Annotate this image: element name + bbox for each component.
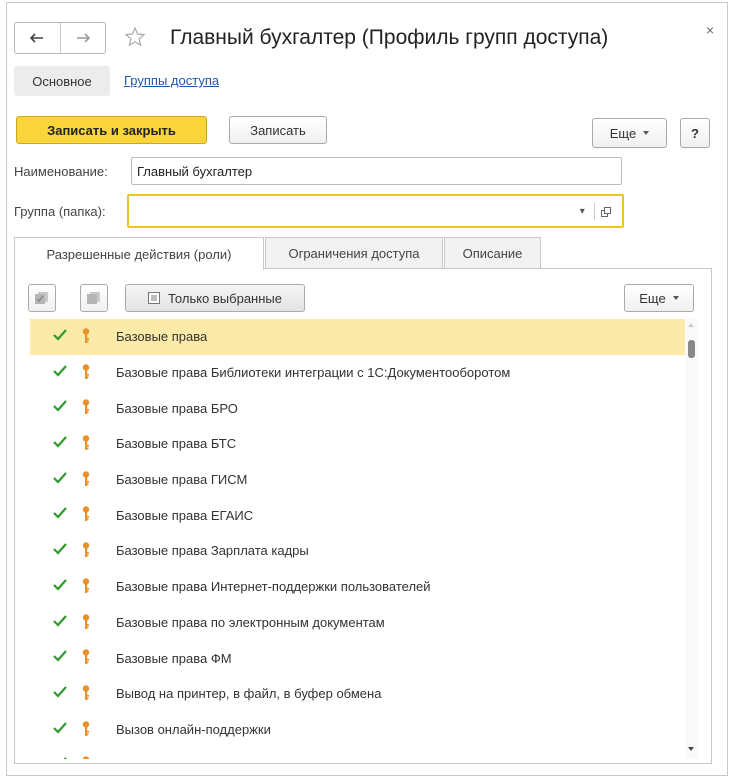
role-label: Базовые права ФМ: [116, 650, 232, 666]
save-and-close-button[interactable]: Записать и закрыть: [16, 116, 207, 144]
checkmark-icon[interactable]: [52, 470, 68, 489]
only-selected-toggle[interactable]: Только выбранные: [125, 284, 305, 312]
group-field-controls: ▾: [571, 203, 617, 220]
uncheck-all-button[interactable]: [80, 284, 108, 312]
role-label: Базовые права ЕГАИС: [116, 507, 254, 523]
roles-list: Базовые права Базовые права Библиотеки ин…: [30, 319, 690, 759]
link-access-groups[interactable]: Группы доступа: [124, 73, 219, 88]
open-icon[interactable]: [595, 203, 618, 220]
role-label: Базовые права Зарплата кадры: [116, 543, 309, 559]
list-icon: [148, 292, 160, 304]
chevron-down-icon: [643, 131, 650, 135]
forward-button[interactable]: [61, 23, 106, 53]
role-label: Базовые права Библиотеки интеграции с 1С…: [116, 365, 511, 381]
role-label: Базовые права БТС: [116, 436, 237, 452]
role-row[interactable]: Базовые права ЕГАИС: [30, 497, 690, 533]
help-button[interactable]: ?: [680, 118, 710, 148]
key-icon: [80, 720, 92, 741]
tab-description[interactable]: Описание: [444, 237, 541, 269]
tab-allowed-actions[interactable]: Разрешенные действия (роли): [14, 237, 264, 270]
role-row[interactable]: Выполнение обмена в сервисе 1С:Бизнес-се…: [30, 747, 690, 759]
only-selected-label: Только выбранные: [168, 290, 282, 306]
role-row[interactable]: Базовые права Зарплата кадры: [30, 533, 690, 569]
tab-access-restrictions[interactable]: Ограничения доступа: [265, 237, 443, 269]
group-label: Группа (папка):: [14, 204, 106, 219]
checkmark-icon[interactable]: [52, 684, 68, 703]
role-label: Базовые права ГИСМ: [116, 472, 248, 488]
check-all-icon: [35, 292, 48, 304]
scrollbar-thumb[interactable]: [688, 340, 695, 358]
back-button[interactable]: [15, 23, 61, 53]
window-title: Главный бухгалтер (Профиль групп доступа…: [170, 26, 609, 49]
key-icon: [80, 470, 92, 491]
role-row[interactable]: Вызов онлайн-поддержки: [30, 712, 690, 748]
checkmark-icon[interactable]: [52, 363, 68, 382]
key-icon: [80, 434, 92, 455]
role-label: Базовые права БРО: [116, 400, 238, 416]
vertical-scrollbar[interactable]: [685, 319, 697, 759]
scroll-down-icon[interactable]: [688, 747, 694, 751]
favorite-star-icon[interactable]: [124, 26, 146, 51]
key-icon: [80, 541, 92, 562]
arrow-left-icon: [30, 33, 44, 43]
key-icon: [80, 363, 92, 384]
name-field[interactable]: Главный бухгалтер: [131, 157, 622, 185]
checkmark-icon[interactable]: [52, 327, 68, 346]
key-icon: [80, 613, 92, 634]
role-label: Вызов онлайн-поддержки: [116, 721, 271, 737]
nav-buttons: [14, 22, 106, 54]
checkmark-icon[interactable]: [52, 541, 68, 560]
key-icon: [80, 577, 92, 598]
checkmark-icon[interactable]: [52, 720, 68, 739]
group-field[interactable]: [127, 194, 624, 228]
role-label: Выполнение обмена в сервисе 1С:Бизнес-се…: [116, 758, 400, 759]
key-icon: [80, 505, 92, 526]
role-row[interactable]: Базовые права: [30, 319, 690, 355]
checkmark-icon[interactable]: [52, 613, 68, 632]
chevron-down-icon: [672, 296, 679, 300]
role-row[interactable]: Вывод на принтер, в файл, в буфер обмена: [30, 676, 690, 712]
role-row[interactable]: Базовые права ГИСМ: [30, 462, 690, 498]
more-button[interactable]: Еще: [592, 118, 667, 148]
uncheck-all-icon: [87, 292, 100, 304]
roles-more-button[interactable]: Еще: [624, 284, 694, 312]
checkmark-icon[interactable]: [52, 505, 68, 524]
scroll-up-icon[interactable]: [688, 323, 694, 327]
roles-more-label: Еще: [639, 290, 666, 306]
role-label: Вывод на принтер, в файл, в буфер обмена: [116, 686, 382, 702]
name-label: Наименование:: [14, 164, 108, 179]
role-row[interactable]: Базовые права БТС: [30, 426, 690, 462]
key-icon: [80, 648, 92, 669]
role-label: Базовые права по электронным документам: [116, 614, 385, 630]
key-icon: [80, 755, 92, 759]
key-icon: [80, 327, 92, 348]
close-button[interactable]: ×: [706, 22, 714, 38]
dropdown-arrow-icon[interactable]: ▾: [571, 203, 595, 220]
role-label: Базовые права: [116, 329, 208, 345]
save-button[interactable]: Записать: [229, 116, 327, 144]
more-button-label: Еще: [609, 125, 637, 141]
key-icon: [80, 684, 92, 705]
tab-main[interactable]: Основное: [14, 66, 110, 96]
checkmark-icon[interactable]: [52, 577, 68, 596]
checkmark-icon[interactable]: [52, 398, 68, 417]
role-label: Базовые права Интернет-поддержки пользов…: [116, 579, 431, 595]
checkmark-icon[interactable]: [52, 434, 68, 453]
arrow-right-icon: [76, 33, 90, 43]
role-row[interactable]: Базовые права БРО: [30, 390, 690, 426]
check-all-button[interactable]: [28, 284, 56, 312]
role-row[interactable]: Базовые права Библиотеки интеграции с 1С…: [30, 355, 690, 391]
role-row[interactable]: Базовые права Интернет-поддержки пользов…: [30, 569, 690, 605]
role-row[interactable]: Базовые права ФМ: [30, 640, 690, 676]
key-icon: [80, 398, 92, 419]
role-row[interactable]: Базовые права по электронным документам: [30, 605, 690, 641]
checkmark-icon[interactable]: [52, 648, 68, 667]
checkmark-icon[interactable]: [52, 755, 68, 759]
